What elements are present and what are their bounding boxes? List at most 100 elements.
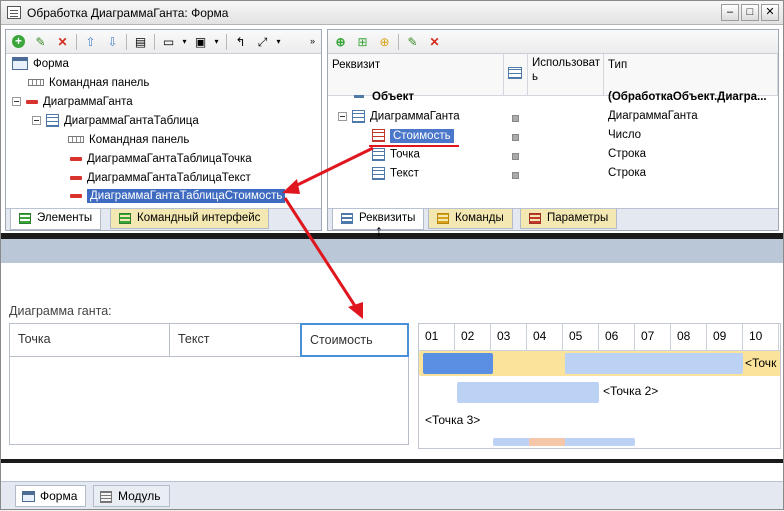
gantt-bar-label-3: <Точка 3> [425, 413, 481, 427]
field-icon [26, 99, 38, 104]
tree-item-table-command-panel[interactable]: Командная панель [68, 130, 189, 149]
use-checkbox[interactable] [512, 172, 519, 179]
gantt-period-header: 03 [491, 324, 527, 350]
gantt-bar-1[interactable] [565, 353, 743, 374]
form-settings-icon[interactable]: ▤ [132, 33, 149, 50]
attribute-type-tochka: Строка [608, 148, 647, 160]
move-up-icon[interactable]: ⇧ [82, 33, 99, 50]
tree-item-tochka[interactable]: ДиаграммаГантаТаблицаТочка [70, 149, 252, 168]
gantt-bar-selected[interactable] [423, 353, 493, 374]
add-column-icon[interactable]: ⊕ [376, 33, 393, 50]
table-column-icon [372, 129, 385, 142]
form-tab-icon [22, 491, 35, 502]
preview-command-bar [1, 239, 783, 263]
layout-icon[interactable]: ▭ [160, 33, 177, 50]
attributes-panel: ⊕ ⊞ ⊕ ✎ ✕ Реквизит Использоват ь Тип Объ… [327, 29, 779, 231]
gantt-period-header: 05 [563, 324, 599, 350]
add-table-attribute-icon[interactable]: ⊞ [354, 33, 371, 50]
tab-module[interactable]: Модуль [93, 485, 170, 507]
tab-commands[interactable]: Команды [428, 209, 513, 229]
resize-icon[interactable]: ⤢ [254, 33, 271, 50]
field-icon [70, 156, 82, 161]
gantt-period-header: 07 [635, 324, 671, 350]
parameters-tab-icon [529, 213, 541, 224]
gantt-period-header: 06 [599, 324, 635, 350]
add-icon[interactable]: + [10, 33, 27, 50]
attribute-row-object[interactable]: Объект [354, 91, 414, 103]
column-header-type[interactable]: Тип [604, 54, 778, 96]
window-title: Обработка ДиаграммаГанта: Форма [27, 6, 229, 20]
gantt-period-header: 02 [455, 324, 491, 350]
tree-item-tekst[interactable]: ДиаграммаГантаТаблицаТекст [70, 168, 251, 187]
collapse-icon[interactable] [12, 97, 21, 106]
attributes-tab-icon [341, 213, 353, 224]
swap-icon[interactable]: ↰ [232, 33, 249, 50]
minimize-button[interactable]: – [721, 4, 739, 21]
group-dropdown-icon[interactable]: ▾ [208, 33, 225, 50]
attribute-type-tekst: Строка [608, 167, 647, 179]
gantt-bar-2[interactable] [457, 382, 599, 403]
gantt-bar-label-1: <Точк [745, 356, 777, 370]
add-attribute-icon[interactable]: ⊕ [332, 33, 349, 50]
group-icon[interactable]: ▣ [192, 33, 209, 50]
edit-pencil-icon[interactable]: ✎ [404, 33, 421, 50]
field-icon [70, 175, 82, 180]
gantt-chart[interactable]: 01 02 03 04 05 06 07 08 09 10 <Точк <Точка 2> <То… [418, 323, 781, 449]
field-icon [70, 193, 82, 198]
layout-dropdown-icon[interactable]: ▾ [176, 33, 193, 50]
attribute-row-gantt[interactable]: ДиаграммаГанта [338, 110, 460, 123]
use-checkbox[interactable] [512, 115, 519, 122]
column-header-icon[interactable] [504, 54, 528, 96]
gantt-bar-label-2: <Точка 2> [603, 384, 659, 398]
form-editor-window: Обработка ДиаграммаГанта: Форма – □ ✕ + … [0, 0, 784, 510]
elements-tab-icon [19, 213, 31, 224]
tree-item-stoimost[interactable]: ДиаграммаГантаТаблицаСтоимость [70, 186, 286, 205]
tab-form[interactable]: Форма [15, 485, 87, 507]
maximize-button[interactable]: □ [741, 4, 759, 21]
tab-command-interface[interactable]: Командный интерфейс [110, 209, 270, 229]
gantt-period-header: 04 [527, 324, 563, 350]
attribute-row-stoimost[interactable]: Стоимость [372, 128, 454, 143]
table-column-icon [372, 167, 385, 180]
table-header-tekst[interactable]: Текст [169, 323, 301, 357]
form-app-icon [7, 6, 21, 19]
tree-item-form[interactable]: Форма [12, 54, 69, 73]
gantt-bar-4-segment[interactable] [529, 438, 565, 446]
elements-toolbar: + ✎ ✕ ⇧ ⇩ ▤ ▭ ▾ ▣ ▾ ↰ ⤢ ▾ » [6, 30, 321, 54]
gantt-period-header: 08 [671, 324, 707, 350]
collapse-icon[interactable] [32, 116, 41, 125]
table-icon [352, 110, 365, 123]
close-button[interactable]: ✕ [761, 4, 779, 21]
attribute-row-tekst[interactable]: Текст [372, 167, 419, 180]
attribute-row-tochka[interactable]: Точка [372, 148, 420, 161]
column-header-use[interactable]: Использоват ь [528, 54, 604, 96]
gantt-period-header: 01 [419, 324, 455, 350]
resize-dropdown-icon[interactable]: ▾ [270, 33, 287, 50]
tree-item-command-panel[interactable]: Командная панель [28, 73, 149, 92]
edit-pencil-icon[interactable]: ✎ [32, 33, 49, 50]
tree-item-gantt[interactable]: ДиаграммаГанта [12, 92, 133, 111]
delete-icon[interactable]: ✕ [54, 33, 71, 50]
use-checkbox[interactable] [512, 134, 519, 141]
right-panel-tabs: Реквизиты Команды Параметры [328, 208, 778, 230]
collapse-icon[interactable] [338, 112, 347, 121]
delete-icon[interactable]: ✕ [426, 33, 443, 50]
title-bar: Обработка ДиаграммаГанта: Форма – □ ✕ [1, 1, 783, 25]
left-panel-tabs: Элементы Командный интерфейс [6, 208, 321, 230]
gantt-period-header: 10 [743, 324, 779, 350]
tab-elements[interactable]: Элементы [10, 209, 102, 230]
toolbar-more-icon[interactable]: » [304, 33, 321, 50]
column-header-attribute[interactable]: Реквизит [328, 54, 504, 96]
commands-tab-icon [437, 213, 449, 224]
tree-item-gantt-table[interactable]: ДиаграммаГантаТаблица [32, 111, 199, 130]
attribute-type-stoimost: Число [608, 129, 642, 141]
table-header-stoimost[interactable]: Стоимость [300, 323, 409, 357]
object-icon [354, 95, 364, 99]
use-checkbox[interactable] [512, 153, 519, 160]
attribute-type-gantt: ДиаграммаГанта [608, 110, 698, 122]
tab-parameters[interactable]: Параметры [520, 209, 618, 229]
table-icon [46, 114, 59, 127]
move-down-icon[interactable]: ⇩ [104, 33, 121, 50]
table-header-tochka[interactable]: Точка [9, 323, 170, 357]
command-interface-tab-icon [119, 213, 131, 224]
